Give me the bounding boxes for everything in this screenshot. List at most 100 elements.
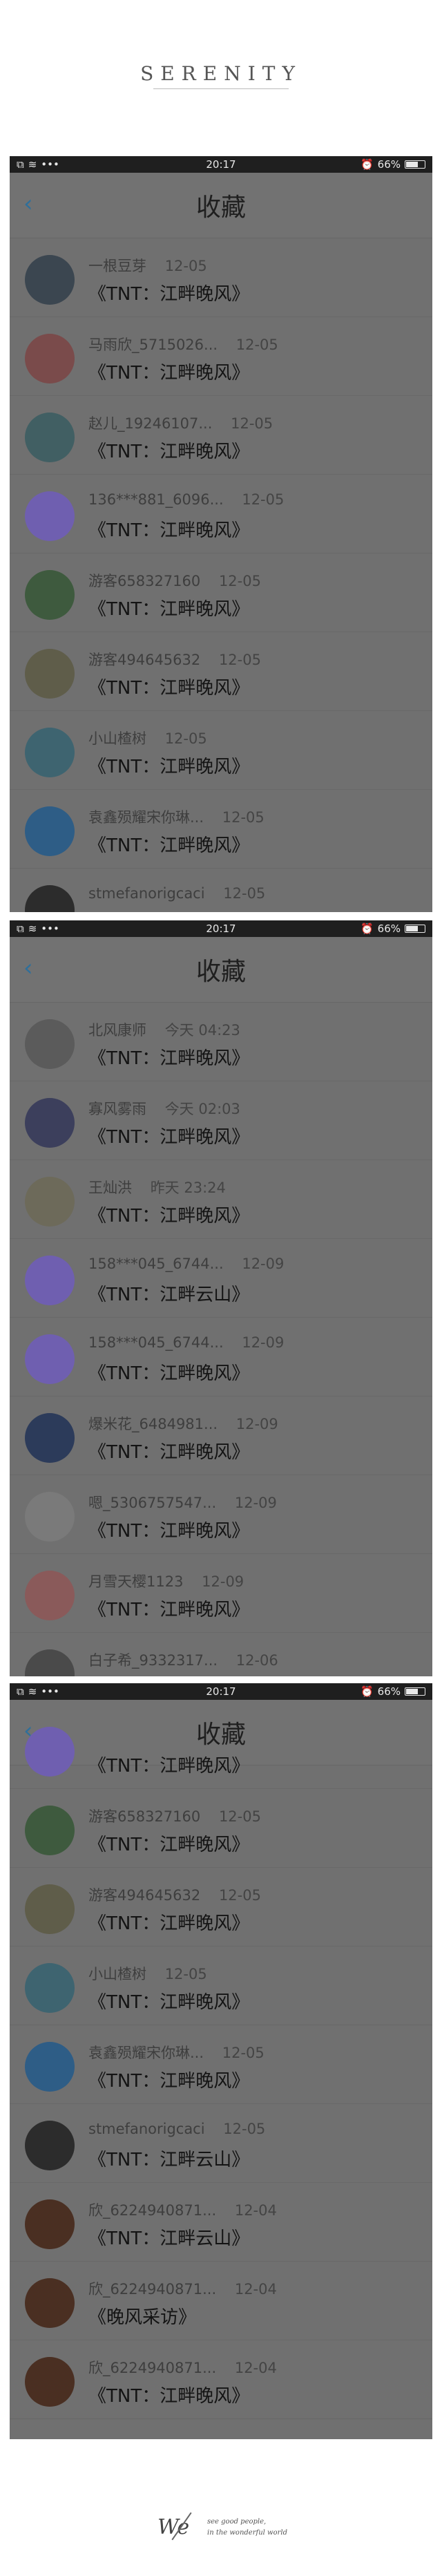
item-meta: 158***045_6744... 12-09: [88, 1256, 284, 1275]
avatar[interactable]: [25, 2278, 75, 2328]
avatar[interactable]: [25, 255, 75, 305]
username: 158***045_6744...: [88, 1334, 224, 1351]
list-item[interactable]: 欣_6224940871... 12-04 《TNT：江畔云山》: [10, 2183, 432, 2262]
timestamp: 今天 02:03: [164, 1101, 240, 1117]
alarm-icon: ⏰: [360, 158, 374, 171]
battery-icon: [405, 925, 425, 933]
list-item[interactable]: 小山楂树 12-05 《TNT：江畔晚风》: [10, 1947, 432, 2025]
avatar[interactable]: [25, 1098, 75, 1148]
item-text: 136***881_6096... 12-05 《TNT：江畔晚风》: [88, 491, 284, 542]
list-item[interactable]: 月雪天樱1123 12-09 《TNT：江畔晚风》: [10, 1554, 432, 1633]
username: 爆米花_6484981...: [88, 1416, 218, 1432]
work-title: 《TNT：江畔云山》: [88, 1285, 250, 1305]
item-text: 王灿洪 昨天 23:24 《TNT：江畔晚风》: [88, 1177, 249, 1227]
logo-divider: [153, 88, 289, 89]
list-item[interactable]: 欣_6224940871... 12-04 《TNT：江畔晚风》: [10, 2340, 432, 2419]
list-item[interactable]: 赵儿_19246107... 12-05 《TNT：江畔晚风》: [10, 396, 432, 475]
username: 王灿洪: [88, 1180, 132, 1196]
timestamp: 12-06: [236, 1652, 278, 1669]
avatar[interactable]: [25, 2042, 75, 2092]
avatar[interactable]: [25, 728, 75, 777]
list-item[interactable]: 马雨欣_5715026... 12-05 《TNT：江畔晚风》: [10, 317, 432, 396]
avatar[interactable]: [25, 2121, 75, 2170]
status-left: ⧉ ≋ •••: [17, 158, 59, 171]
avatar[interactable]: [25, 1806, 75, 1855]
timestamp: 12-05: [218, 573, 261, 589]
list-item[interactable]: 寡风雾雨 今天 02:03 《TNT：江畔晚风》: [10, 1081, 432, 1160]
avatar[interactable]: [25, 570, 75, 620]
list-item[interactable]: 小山楂树 12-05 《TNT：江畔晚风》: [10, 711, 432, 790]
phone-screen: ⧉ ≋ ••• 20:17 ⏰ 66% ‹ 收藏 北风康师 今天 04:23 《: [10, 920, 432, 1676]
avatar[interactable]: [25, 649, 75, 699]
item-meta: 欣_6224940871... 12-04: [88, 2278, 277, 2298]
timestamp: 12-04: [234, 2202, 277, 2219]
phone-screen: ⧉ ≋ ••• 20:17 ⏰ 66% ‹ 收藏 《TNT：江畔晚风》 游客65…: [10, 1683, 432, 2439]
username: stmefanorigcaci: [88, 885, 205, 902]
list-item[interactable]: 158***045_6744... 12-09 《TNT：江畔云山》: [10, 1239, 432, 1318]
item-text: 欣_6224940871... 12-04 《TNT：江畔云山》: [88, 2199, 277, 2250]
avatar[interactable]: [25, 806, 75, 856]
list-item[interactable]: 欣_6224940871... 12-04 《晚风采访》: [10, 2262, 432, 2340]
timestamp: 12-09: [236, 1416, 278, 1432]
avatar[interactable]: [25, 1256, 75, 1305]
status-bar: ⧉ ≋ ••• 20:17 ⏰ 66%: [10, 156, 432, 173]
status-left: ⧉ ≋ •••: [17, 1685, 59, 1698]
list-item[interactable]: 嗯_5306757547... 12-09 《TNT：江畔晚风》: [10, 1475, 432, 1554]
list-item[interactable]: 136***881_6096... 12-05 《TNT：江畔晚风》: [10, 475, 432, 553]
list-item[interactable]: 爆米花_6484981... 12-09 《TNT：江畔晚风》: [10, 1396, 432, 1475]
avatar[interactable]: [25, 1884, 75, 1934]
sim-icon: ⧉: [17, 922, 24, 935]
avatar[interactable]: [25, 1492, 75, 1542]
list-item[interactable]: 158***045_6744... 12-09 《TNT：江畔晚风》: [10, 1318, 432, 1396]
list-item[interactable]: 一根豆芽 12-05 《TNT：江畔晚风》: [10, 238, 432, 317]
work-title: 《TNT：江畔云山》: [88, 910, 265, 912]
list-item[interactable]: 游客494645632 12-05 《TNT：江畔晚风》: [10, 1868, 432, 1947]
list-item[interactable]: 北风康师 今天 04:23 《TNT：江畔晚风》: [10, 1003, 432, 1081]
list-item[interactable]: stmefanorigcaci 12-05 《TNT：江畔云山》: [10, 2104, 432, 2183]
username: 北风康师: [88, 1022, 146, 1039]
wifi-icon: ≋: [28, 1685, 37, 1698]
favorites-list: 北风康师 今天 04:23 《TNT：江畔晚风》 寡风雾雨 今天 02:03 《…: [10, 1003, 432, 1676]
avatar[interactable]: [25, 885, 75, 912]
avatar[interactable]: [25, 1413, 75, 1463]
back-chevron-icon[interactable]: ‹: [23, 956, 47, 980]
avatar[interactable]: [25, 1019, 75, 1069]
avatar[interactable]: [25, 334, 75, 383]
username: 游客658327160: [88, 1808, 201, 1825]
timestamp: 12-05: [231, 415, 273, 432]
timestamp: 12-09: [202, 1573, 244, 1590]
item-meta: 欣_6224940871... 12-04: [88, 2199, 277, 2219]
avatar[interactable]: [25, 1334, 75, 1384]
list-item[interactable]: stmefanorigcaci 12-05 《TNT：江畔云山》: [10, 869, 432, 912]
avatar[interactable]: [25, 413, 75, 462]
list-item[interactable]: 白子希_9332317... 12-06 《TNT：江畔晚风》: [10, 1633, 432, 1676]
list-item[interactable]: 王灿洪 昨天 23:24 《TNT：江畔晚风》: [10, 1160, 432, 1239]
list-item[interactable]: 游客658327160 12-05 《TNT：江畔晚风》: [10, 1789, 432, 1868]
status-bar: ⧉ ≋ ••• 20:17 ⏰ 66%: [10, 1683, 432, 1700]
list-item[interactable]: 袁鑫殒耀宋你琳... 12-05 《TNT：江畔晚风》: [10, 790, 432, 869]
more-dots: •••: [41, 158, 59, 171]
list-item[interactable]: 《TNT：江畔晚风》: [10, 1710, 432, 1789]
username: 欣_6224940871...: [88, 2360, 217, 2376]
avatar[interactable]: [25, 1963, 75, 2013]
back-chevron-icon[interactable]: ‹: [23, 192, 47, 216]
avatar[interactable]: [25, 491, 75, 541]
work-title: 《TNT：江畔晚风》: [88, 1992, 250, 2013]
work-title: 《TNT：江畔晚风》: [88, 1127, 250, 1148]
avatar[interactable]: [25, 2199, 75, 2249]
username: 游客494645632: [88, 1887, 201, 1904]
battery-percent: 66%: [377, 158, 401, 171]
avatar[interactable]: [25, 2357, 75, 2407]
list-item[interactable]: 游客494645632 12-05 《TNT：江畔晚风》: [10, 632, 432, 711]
avatar[interactable]: [25, 1649, 75, 1676]
username: 欣_6224940871...: [88, 2202, 217, 2219]
work-title: 《TNT：江畔晚风》: [88, 363, 250, 383]
work-title: 《TNT：江畔晚风》: [88, 1756, 250, 1777]
avatar[interactable]: [25, 1727, 75, 1777]
timestamp: 12-05: [222, 2045, 265, 2061]
avatar[interactable]: [25, 1571, 75, 1620]
avatar[interactable]: [25, 1177, 75, 1227]
item-text: 马雨欣_5715026... 12-05 《TNT：江畔晚风》: [88, 334, 278, 384]
list-item[interactable]: 游客658327160 12-05 《TNT：江畔晚风》: [10, 553, 432, 632]
list-item[interactable]: 袁鑫殒耀宋你琳... 12-05 《TNT：江畔晚风》: [10, 2025, 432, 2104]
